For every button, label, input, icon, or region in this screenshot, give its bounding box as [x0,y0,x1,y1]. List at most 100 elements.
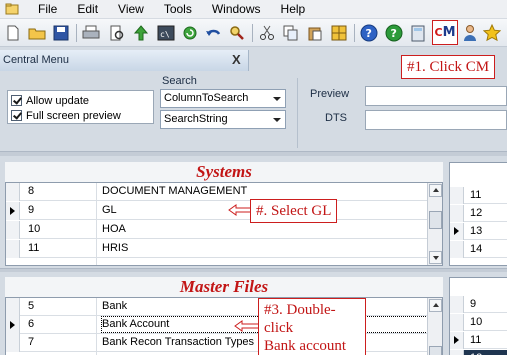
row-selector [450,187,464,204]
upload-arrow-icon[interactable] [131,23,151,43]
help-icon[interactable]: ? [359,23,379,43]
cm-letter-c: C [434,26,443,39]
search-string-select[interactable]: SearchString [160,110,286,129]
systems-grid[interactable]: 8 DOCUMENT MANAGEMENT 9 GL 10 HOA 11 HRI… [5,182,443,266]
table-row[interactable]: 10 HOA [6,221,428,239]
question-icon[interactable]: ? [384,23,404,43]
splitter[interactable] [0,268,507,272]
print-icon[interactable] [81,23,101,43]
check-icon [11,95,22,106]
menu-windows[interactable]: Windows [202,0,271,19]
find-icon[interactable] [227,23,247,43]
divider [297,78,298,148]
list-item[interactable]: 14 [450,241,507,258]
save-icon[interactable] [51,23,71,43]
search-label: Search [162,75,197,87]
check-icon [11,110,22,121]
table-row[interactable]: 9 GL [6,202,428,220]
preview-label: Preview [310,88,350,100]
menu-help[interactable]: Help [271,0,316,19]
calculator-icon[interactable] [408,23,428,43]
vertical-scrollbar[interactable] [427,298,442,355]
undo-icon[interactable] [203,23,223,43]
toolbar-separator [76,24,77,42]
current-row-icon [450,223,464,240]
row-number: 10 [28,223,41,235]
row-number: 11 [28,242,40,254]
scroll-thumb[interactable] [429,346,442,355]
favorite-star-icon[interactable] [482,23,502,43]
paste-icon[interactable] [305,23,325,43]
row-number: 14 [470,243,483,255]
list-item[interactable]: 11 [450,332,507,349]
menu-view[interactable]: View [108,0,154,19]
list-item[interactable]: 11 [450,187,507,204]
scroll-up-button[interactable] [429,184,442,197]
row-selector [450,314,464,331]
user-icon[interactable] [461,23,481,43]
callout-line-1: #3. Double-click [264,302,336,336]
toolbar-separator [252,24,253,42]
copy-icon[interactable] [281,23,301,43]
central-menu-button[interactable]: CM [432,20,458,45]
menu-tools[interactable]: Tools [154,0,202,19]
chevron-up-icon [433,188,439,192]
dts-field[interactable] [365,110,507,130]
row-name: DOCUMENT MANAGEMENT [102,185,248,197]
row-name: HRIS [102,242,129,254]
list-item[interactable]: 12 [450,205,507,222]
scroll-thumb[interactable] [429,211,442,229]
master-files-grid[interactable]: 5 Bank 6 Bank Account 7 Bank Recon Trans… [5,297,443,355]
row-number: 9 [470,298,477,310]
row-number: 7 [28,336,35,348]
row-selector [450,296,464,313]
cut-icon[interactable] [257,23,277,43]
row-selector [6,221,20,239]
toolbar: c\ ? ? CM [0,19,507,47]
list-item-selected[interactable]: 12 [450,350,507,355]
preview-field[interactable] [365,86,507,106]
menu-file[interactable]: File [28,0,67,19]
console-icon[interactable]: c\ [156,23,176,43]
row-number: 8 [28,185,35,197]
print-preview-icon[interactable] [107,23,127,43]
callout-double-click: #3. Double-click Bank account [258,298,366,355]
list-item[interactable]: 13 [450,223,507,240]
right-grid-bottom[interactable]: 9 10 11 12 [449,277,507,355]
row-number: 9 [28,204,35,216]
row-selector [450,205,464,222]
scroll-down-button[interactable] [429,251,442,264]
row-number: 10 [470,316,483,328]
open-folder-icon[interactable] [27,23,47,43]
svg-text:c\: c\ [160,30,170,39]
full-screen-preview-checkbox[interactable]: Full screen preview [11,108,121,123]
row-name: HOA [102,223,126,235]
vertical-scrollbar[interactable] [427,183,442,265]
splitter[interactable] [0,151,507,156]
table-row[interactable]: 11 HRIS [6,240,428,258]
list-item[interactable]: 10 [450,314,507,331]
menu-bar: File Edit View Tools Windows Help [0,0,507,19]
grid-icon[interactable] [329,23,349,43]
list-item[interactable]: 9 [450,296,507,313]
scroll-up-button[interactable] [429,299,442,312]
toolbar-separator [354,24,355,42]
close-icon[interactable]: X [232,52,241,67]
new-document-icon[interactable] [3,23,23,43]
allow-update-checkbox[interactable]: Allow update [11,93,89,108]
central-menu-header: Central Menu [0,50,249,71]
row-number: 12 [470,350,482,355]
menu-edit[interactable]: Edit [67,0,108,19]
chevron-down-icon [273,118,281,122]
row-number: 6 [28,318,35,330]
svg-text:?: ? [391,27,397,40]
right-grid-top[interactable]: 11 12 13 14 [449,162,507,266]
current-row-icon [6,202,20,220]
refresh-icon[interactable] [180,23,200,43]
full-screen-preview-label: Full screen preview [26,109,121,122]
row-name: Bank Recon Transaction Types [102,336,255,348]
row-selector [450,350,464,355]
allow-update-label: Allow update [26,94,89,107]
search-column-select[interactable]: ColumnToSearch [160,89,286,108]
table-row[interactable]: 8 DOCUMENT MANAGEMENT [6,183,428,201]
